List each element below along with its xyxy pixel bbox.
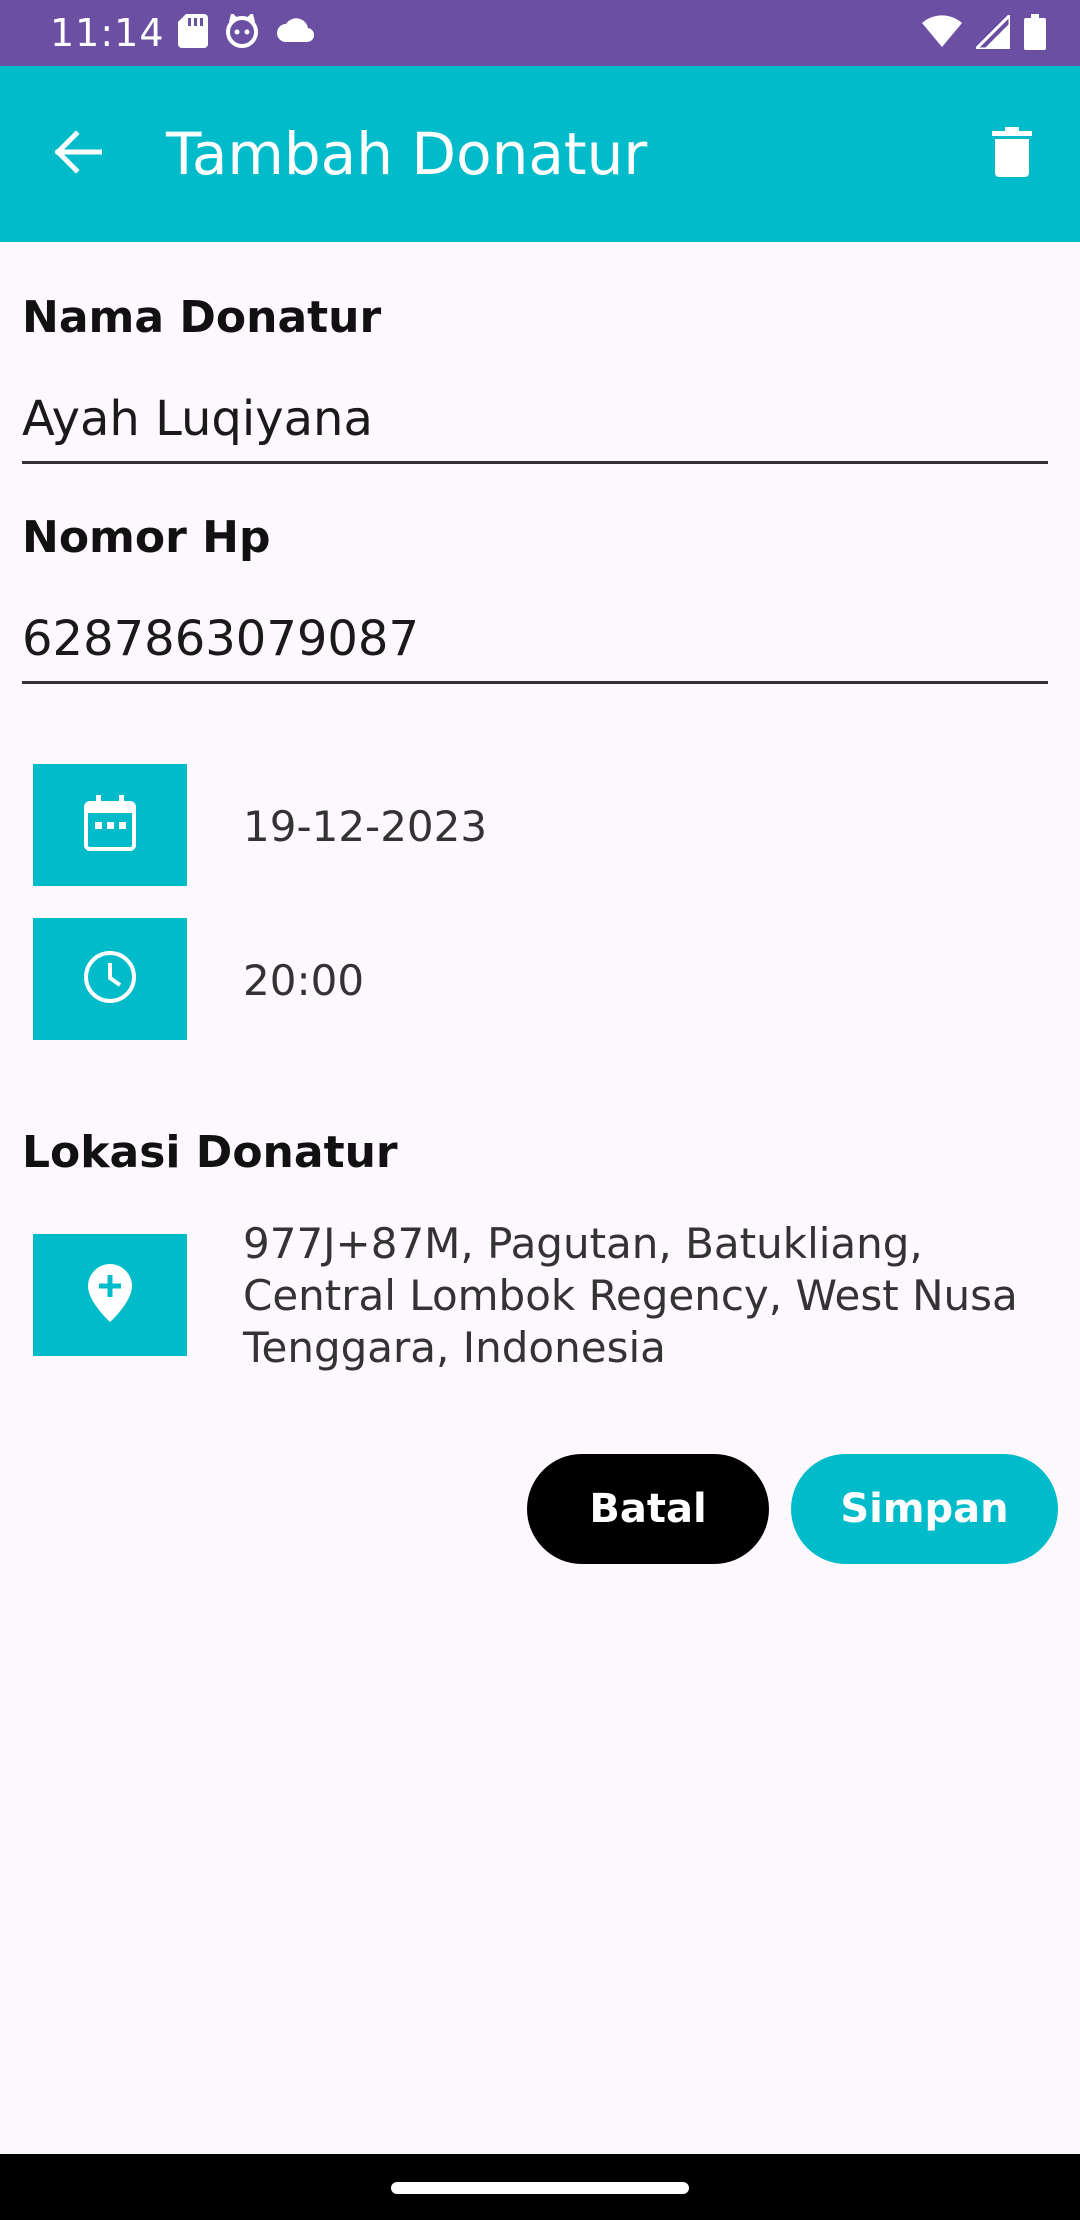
name-input[interactable]: [22, 376, 1048, 464]
time-picker-button[interactable]: [33, 918, 187, 1040]
name-label: Nama Donatur: [22, 292, 382, 343]
navigation-bar: [0, 2154, 1080, 2220]
delete-button[interactable]: [980, 122, 1044, 186]
add-location-icon: [88, 1263, 132, 1327]
arrow-back-icon: [54, 129, 103, 179]
home-handle[interactable]: [391, 2182, 689, 2194]
phone-label: Nomor Hp: [22, 512, 271, 563]
time-value: 20:00: [243, 956, 365, 1005]
back-button[interactable]: [46, 122, 110, 186]
page-title: Tambah Donatur: [166, 120, 648, 188]
cloud-icon: [276, 14, 316, 48]
status-time: 11:14: [50, 11, 165, 55]
location-picker-button[interactable]: [33, 1234, 187, 1356]
date-value: 19-12-2023: [243, 802, 488, 851]
phone-input[interactable]: [22, 596, 1048, 684]
save-button[interactable]: Simpan: [791, 1454, 1058, 1564]
signal-icon: [976, 15, 1010, 49]
wifi-icon: [922, 15, 962, 49]
app-bar: Tambah Donatur: [0, 66, 1080, 242]
cat-face-icon: [224, 14, 260, 48]
status-bar: 11:14: [0, 0, 1080, 66]
cancel-button[interactable]: Batal: [527, 1454, 769, 1564]
battery-icon: [1024, 14, 1046, 50]
clock-icon: [82, 949, 138, 1010]
location-label: Lokasi Donatur: [22, 1127, 398, 1178]
calendar-icon: [84, 794, 136, 856]
trash-icon: [992, 126, 1032, 182]
date-picker-button[interactable]: [33, 764, 187, 886]
location-value: 977J+87M, Pagutan, Batukliang, Central L…: [243, 1219, 1018, 1372]
sd-card-icon: [178, 14, 208, 48]
